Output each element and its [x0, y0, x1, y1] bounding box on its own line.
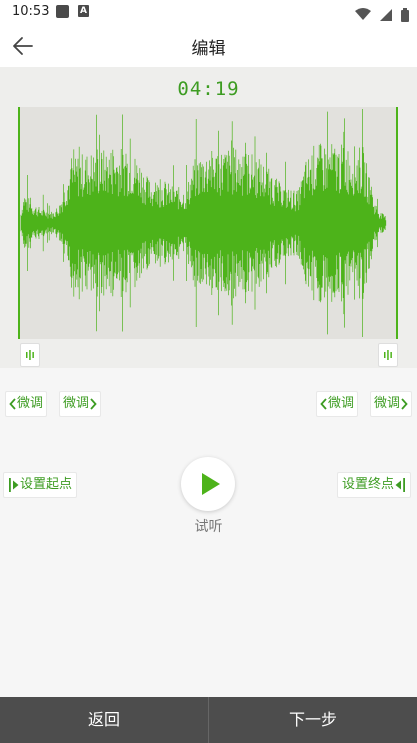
status-bar: 10:53 A	[0, 0, 417, 24]
waveform-section: 04:19	[0, 67, 417, 368]
wifi-icon	[354, 8, 371, 20]
set-start-icon	[9, 478, 19, 492]
play-icon	[202, 473, 220, 495]
waveform-area[interactable]	[18, 107, 398, 339]
notification-app-icon: A	[78, 5, 89, 17]
notification-square-icon	[56, 5, 69, 18]
start-handle[interactable]	[20, 343, 40, 367]
set-end-icon	[395, 478, 406, 492]
chevron-right-icon	[90, 398, 97, 410]
back-button[interactable]: 返回	[0, 697, 208, 743]
duration-timer: 04:19	[177, 78, 240, 100]
battery-icon	[401, 7, 409, 22]
status-indicators	[351, 4, 409, 22]
set-end-label: 设置终点	[342, 477, 395, 492]
end-marker-line	[396, 107, 398, 339]
end-fine-tune-left-button[interactable]: 微调	[316, 391, 359, 417]
start-fine-tune-right-button[interactable]: 微调	[59, 391, 102, 417]
preview-label: 试听	[194, 519, 223, 535]
status-time: 10:53	[12, 4, 50, 19]
set-start-label: 设置起点	[20, 477, 73, 492]
start-fine-tune-left-button[interactable]: 微调	[5, 391, 48, 417]
bottom-action-bar: 返回 下一步	[0, 697, 417, 743]
fine-tune-label: 微调	[17, 396, 44, 411]
set-start-button[interactable]: 设置起点	[3, 472, 78, 498]
end-fine-tune-right-button[interactable]: 微调	[370, 391, 413, 417]
chevron-left-icon	[320, 398, 327, 410]
next-step-button[interactable]: 下一步	[209, 697, 417, 743]
fine-tune-label: 微调	[374, 396, 401, 411]
chevron-left-icon	[9, 398, 16, 410]
play-button[interactable]	[181, 457, 235, 511]
drag-handle-icon	[26, 350, 34, 360]
fine-tune-label: 微调	[63, 396, 90, 411]
waveform-center-line	[21, 222, 386, 224]
chevron-right-icon	[401, 398, 408, 410]
audio-waveform	[20, 109, 387, 337]
page-title: 编辑	[191, 39, 226, 59]
end-handle[interactable]	[378, 343, 398, 367]
signal-icon	[379, 8, 392, 21]
drag-handle-icon	[384, 350, 392, 360]
set-end-button[interactable]: 设置终点	[337, 472, 412, 498]
start-marker-line	[18, 107, 20, 339]
fine-tune-label: 微调	[328, 396, 355, 411]
header-bar: 编辑	[0, 24, 417, 67]
